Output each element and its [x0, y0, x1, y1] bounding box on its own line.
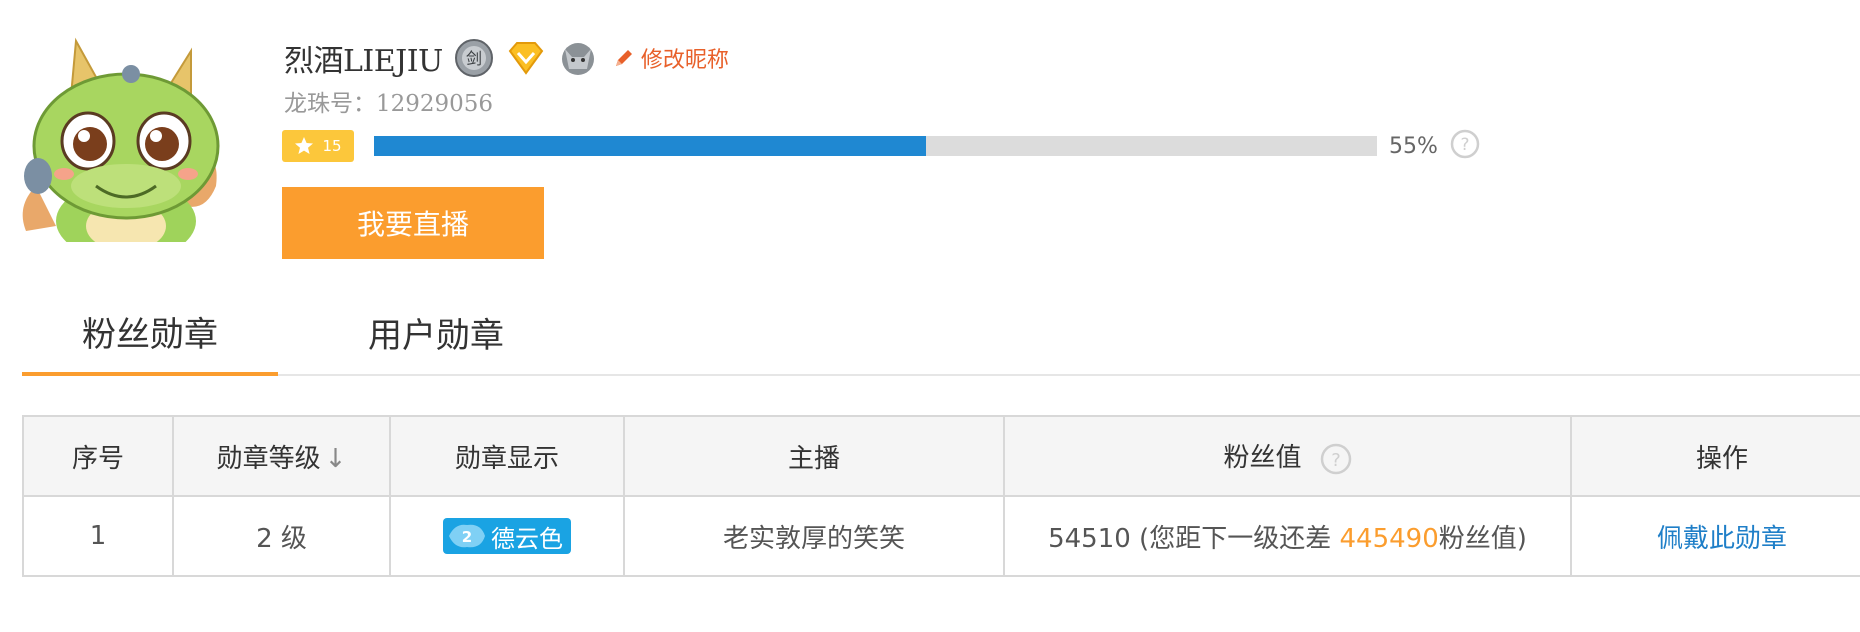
- medal-table: 序号 勋章等级 ↓ 勋章显示 主播 粉丝值? 操作 1 2 级 2 德云色 老实敦…: [22, 415, 1860, 577]
- col-medal-display: 勋章显示: [389, 415, 625, 497]
- wear-medal-link[interactable]: 佩戴此勋章: [1657, 524, 1787, 554]
- tab-fan-medals[interactable]: 粉丝勋章: [22, 290, 278, 376]
- tab-user-medals[interactable]: 用户勋章: [322, 290, 550, 374]
- col-level[interactable]: 勋章等级 ↓: [172, 415, 391, 497]
- col-index: 序号: [22, 415, 174, 497]
- star-icon: [295, 137, 314, 154]
- user-id-value: 12929056: [376, 91, 494, 117]
- row-anchor: 老实敦厚的笑笑: [623, 495, 1005, 577]
- medal-name: 德云色: [491, 524, 563, 553]
- edit-nickname-link[interactable]: 修改昵称: [613, 42, 729, 74]
- svg-text:?: ?: [1331, 450, 1341, 471]
- help-icon[interactable]: ?: [1450, 129, 1480, 163]
- fan-medal-badge: 2 德云色: [443, 518, 571, 554]
- diamond-vip-icon: [505, 37, 547, 79]
- progress-percent: 55%: [1389, 133, 1438, 159]
- col-action: 操作: [1570, 415, 1860, 497]
- avatar: [16, 36, 226, 261]
- level-badge: 15: [282, 130, 354, 162]
- svg-text:?: ?: [1460, 135, 1469, 155]
- svg-text:剑: 剑: [466, 49, 482, 68]
- row-level: 2 级: [172, 495, 391, 577]
- sort-desc-icon[interactable]: ↓: [325, 444, 347, 474]
- level-row: 15 55% ?: [282, 128, 1480, 164]
- table-row: 1 2 级 2 德云色 老实敦厚的笑笑 54510 (您距下一级还差 44549…: [22, 495, 1860, 577]
- profile-name-row: 烈酒LIEJIU 剑 修改昵称: [284, 36, 729, 80]
- level-progress-fill: [374, 136, 926, 156]
- medal-tabs: 粉丝勋章 用户勋章: [22, 290, 1860, 376]
- fan-value-suffix: 粉丝值): [1438, 523, 1527, 554]
- col-fan-value-label: 粉丝值: [1223, 443, 1302, 474]
- fan-value-number: 54510: [1048, 523, 1131, 554]
- sword-rank-icon: 剑: [453, 37, 495, 79]
- row-index: 1: [22, 495, 174, 577]
- medal-level-icon: 2: [449, 524, 485, 548]
- level-progress-bar: [374, 136, 1377, 156]
- col-level-label: 勋章等级: [216, 443, 321, 474]
- col-anchor: 主播: [623, 415, 1005, 497]
- fan-value-needed: 445490: [1339, 523, 1439, 554]
- wolf-emblem-icon: [557, 37, 599, 79]
- edit-nickname-label: 修改昵称: [640, 48, 729, 73]
- go-live-button[interactable]: 我要直播: [282, 187, 544, 259]
- row-action: 佩戴此勋章: [1570, 495, 1860, 577]
- fan-value-prefix: (您距下一级还差: [1130, 523, 1340, 554]
- row-medal: 2 德云色: [389, 495, 625, 577]
- table-header-row: 序号 勋章等级 ↓ 勋章显示 主播 粉丝值? 操作: [22, 415, 1860, 497]
- user-id: 龙珠号：12929056: [284, 84, 493, 118]
- medal-level-number: 2: [462, 528, 472, 546]
- row-fan-value: 54510 (您距下一级还差 445490粉丝值): [1003, 495, 1572, 577]
- user-id-label: 龙珠号：: [284, 91, 376, 117]
- col-fan-value: 粉丝值?: [1003, 415, 1572, 497]
- pencil-icon: [615, 50, 632, 66]
- level-number: 15: [322, 137, 342, 155]
- help-icon[interactable]: ?: [1320, 443, 1352, 475]
- username: 烈酒LIEJIU: [284, 44, 443, 79]
